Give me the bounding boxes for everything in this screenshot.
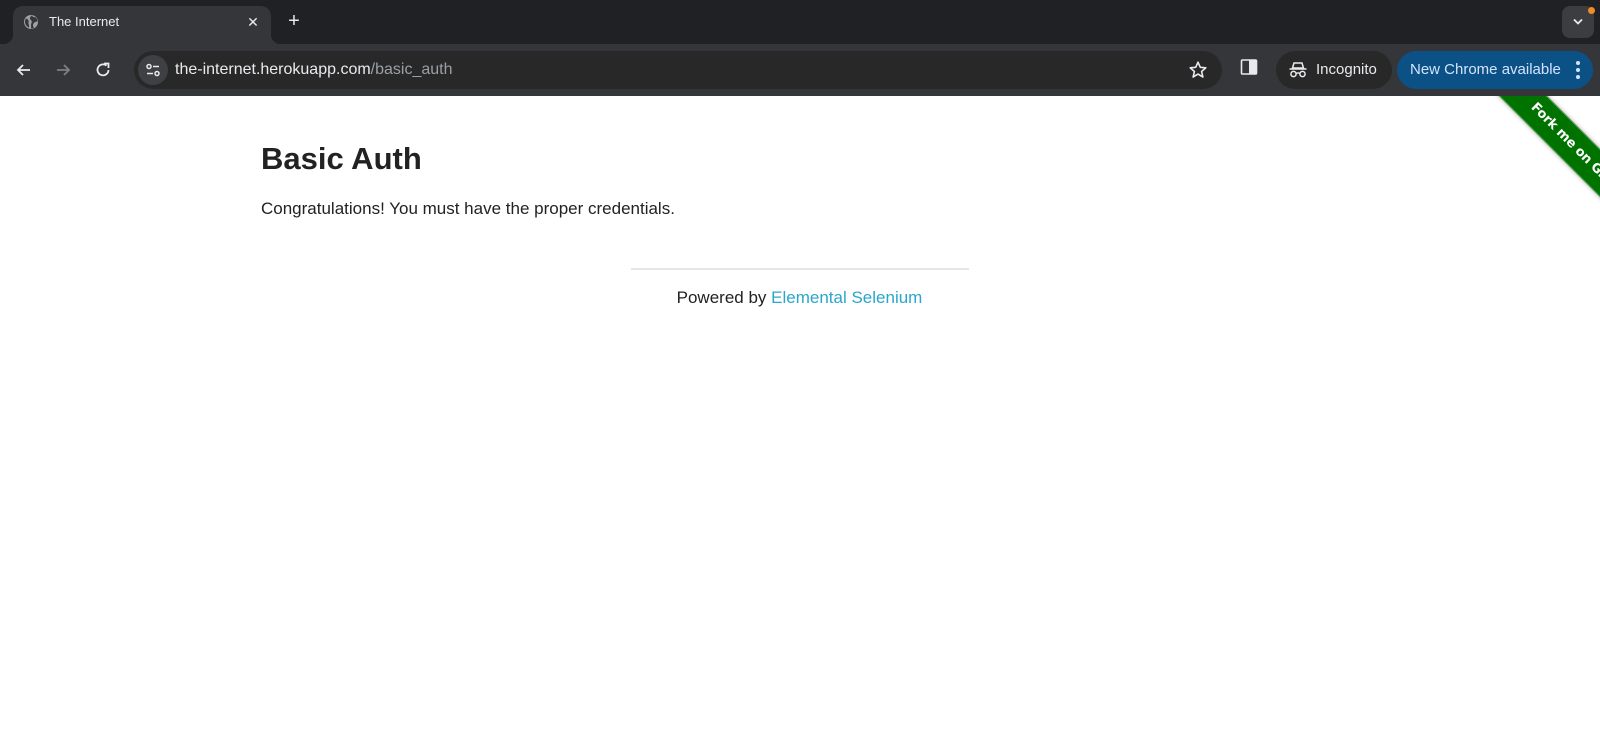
notification-dot <box>1588 7 1595 14</box>
back-button[interactable] <box>10 56 38 84</box>
close-tab-icon[interactable]: ✕ <box>243 12 263 32</box>
success-message: Congratulations! You must have the prope… <box>261 199 675 218</box>
footer-prefix: Powered by <box>676 288 772 307</box>
reload-button[interactable] <box>89 56 117 84</box>
tune-icon <box>146 63 160 77</box>
side-panel-icon <box>1240 59 1258 75</box>
browser-toolbar: the-internet.herokuapp.com/basic_auth In… <box>0 44 1600 96</box>
tab-the-internet[interactable]: The Internet ✕ <box>3 6 281 44</box>
plus-icon[interactable]: + <box>283 10 305 32</box>
chevron-down-icon <box>1573 18 1583 25</box>
address-bar[interactable]: the-internet.herokuapp.com/basic_auth <box>134 51 1222 89</box>
elemental-selenium-link[interactable]: Elemental Selenium <box>771 288 922 307</box>
incognito-icon <box>1289 62 1307 78</box>
fork-me-ribbon[interactable]: Fork me on GitHub <box>1486 96 1600 245</box>
globe-icon <box>23 14 39 30</box>
bookmark-button[interactable] <box>1188 60 1208 80</box>
star-icon <box>1189 61 1207 78</box>
tab-title: The Internet <box>49 14 120 29</box>
update-label: New Chrome available <box>1410 61 1561 78</box>
url-text[interactable]: the-internet.herokuapp.com/basic_auth <box>175 61 453 79</box>
footer-divider <box>631 268 969 270</box>
site-info-button[interactable] <box>138 55 168 85</box>
forward-button[interactable] <box>49 56 77 84</box>
arrow-left-icon <box>16 64 30 76</box>
page-footer: Powered by Elemental Selenium <box>0 288 1600 308</box>
tab-search-button[interactable] <box>1562 6 1595 38</box>
incognito-indicator[interactable]: Incognito <box>1276 51 1392 89</box>
arrow-right-icon <box>57 64 71 76</box>
update-chrome-button[interactable]: New Chrome available <box>1397 51 1593 89</box>
url-host: the-internet.herokuapp.com <box>175 61 371 78</box>
ribbon-text: Fork me on GitHub <box>1527 100 1600 206</box>
page-title: Basic Auth <box>261 141 422 176</box>
url-path: /basic_auth <box>370 61 453 78</box>
tab-strip: The Internet ✕ + <box>0 0 1600 44</box>
reload-icon <box>96 62 110 77</box>
github-ribbon-container: Fork me on GitHub <box>1451 96 1600 245</box>
more-vert-icon[interactable] <box>1575 60 1581 80</box>
side-panel-button[interactable] <box>1240 58 1262 80</box>
incognito-label: Incognito <box>1316 61 1377 78</box>
page-content: Basic Auth Congratulations! You must hav… <box>0 96 1600 748</box>
